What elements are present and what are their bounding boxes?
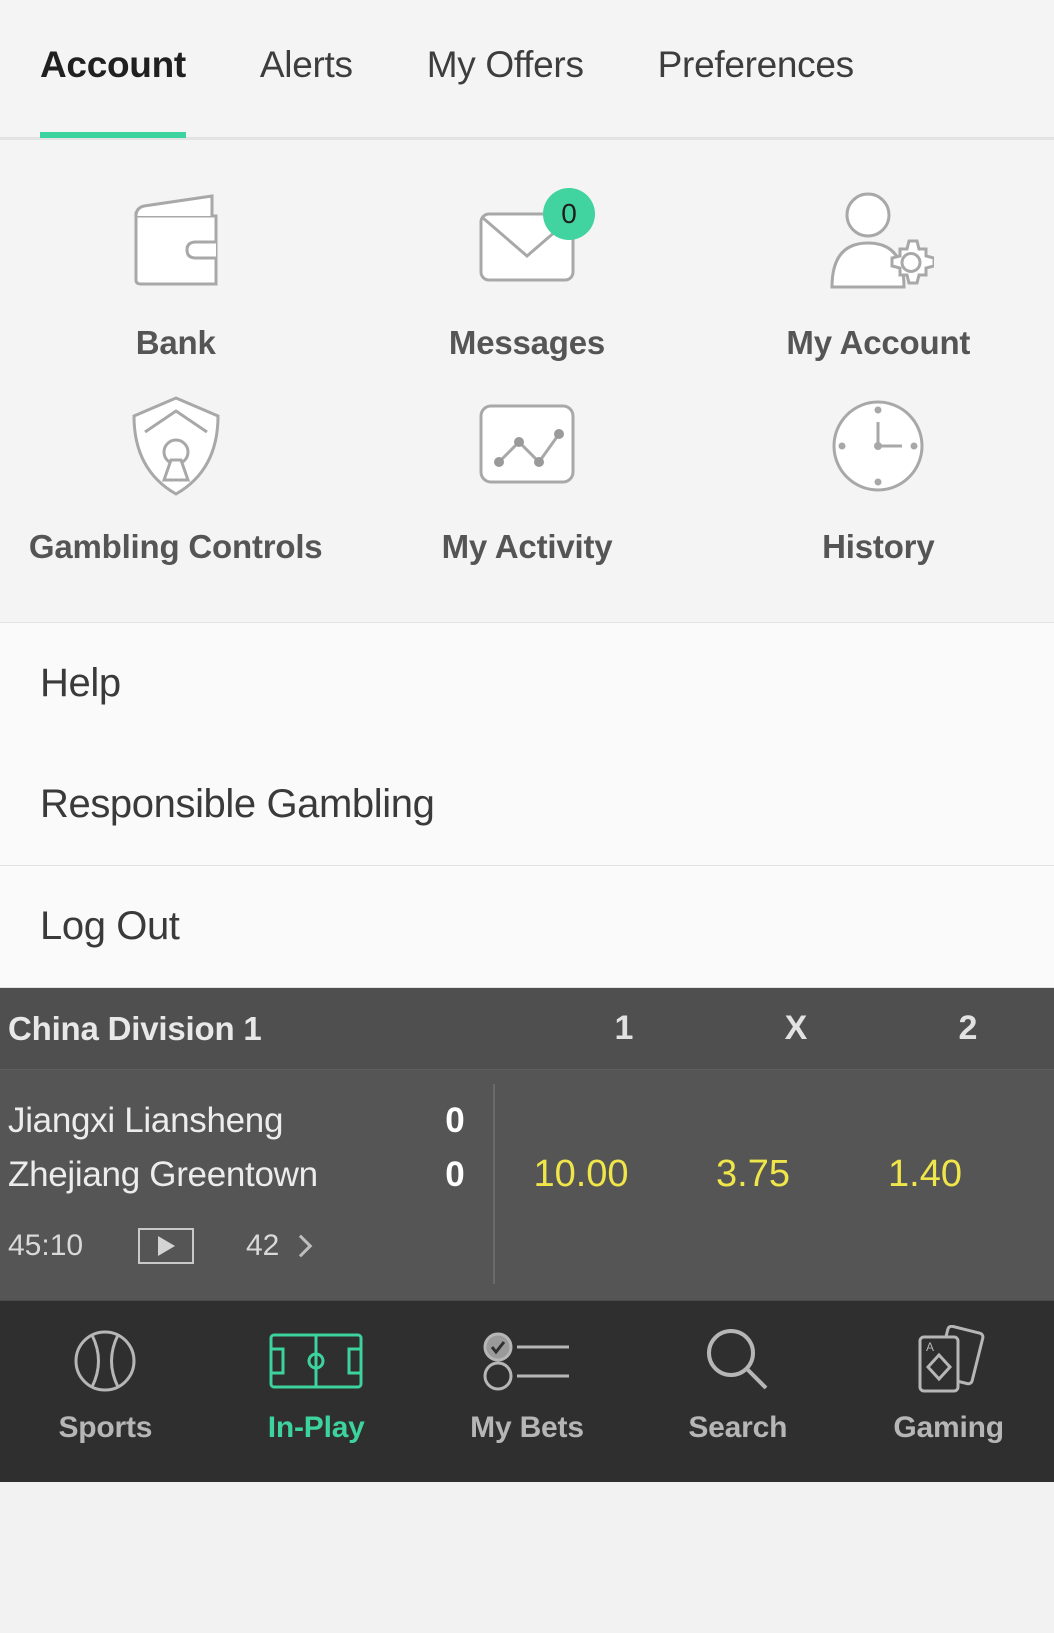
team-score-away: 0 [445, 1155, 465, 1194]
bet-list-icon [481, 1325, 573, 1397]
account-links: Help Responsible Gambling Log Out [0, 623, 1054, 988]
account-icon-grid: Bank 0 Messages My Account Gambling Cont… [0, 140, 1054, 623]
nav-label-in-play: In-Play [267, 1411, 365, 1444]
tab-alerts[interactable]: Alerts [260, 44, 353, 86]
match-meta: 45:10 42 [8, 1228, 495, 1264]
nav-item-sports[interactable]: Sports [0, 1325, 211, 1445]
nav-item-my-bets[interactable]: My Bets [422, 1325, 633, 1445]
wallet-icon [124, 186, 228, 298]
grid-label-gambling-controls: Gambling Controls [28, 528, 323, 565]
odds-button-draw[interactable]: 3.75 [667, 1153, 839, 1196]
odds-column-header-2: 2 [958, 1009, 978, 1047]
svg-text:A: A [926, 1340, 934, 1354]
odds-column-header-1: 1 [614, 1009, 634, 1047]
link-group-support: Help Responsible Gambling [0, 623, 1054, 866]
team-score-home: 0 [445, 1101, 465, 1140]
match-clock: 45:10 [8, 1229, 84, 1262]
icon-grid-row-2: Gambling Controls My Activity History [0, 372, 1054, 576]
link-log-out[interactable]: Log Out [0, 866, 1054, 987]
odds-button-away[interactable]: 1.40 [839, 1153, 1011, 1196]
grid-item-my-activity[interactable]: My Activity [351, 372, 702, 576]
team-row-away: Zhejiang Greentown 0 [8, 1148, 495, 1202]
grid-label-my-account: My Account [786, 324, 971, 361]
grid-label-bank: Bank [135, 324, 216, 361]
account-tabbar: Account Alerts My Offers Preferences [0, 0, 1054, 140]
vertical-divider [493, 1084, 495, 1284]
grid-item-my-account[interactable]: My Account [703, 168, 1054, 372]
competition-name: China Division 1 [8, 1009, 262, 1047]
messages-badge: 0 [542, 188, 595, 240]
envelope-icon: 0 [475, 186, 595, 298]
grid-label-my-activity: My Activity [441, 528, 613, 565]
pitch-icon [268, 1325, 364, 1397]
link-help[interactable]: Help [0, 623, 1054, 744]
tab-my-offers[interactable]: My Offers [427, 44, 584, 86]
team-name-away: Zhejiang Greentown [8, 1155, 318, 1194]
user-gear-icon [822, 186, 935, 298]
team-name-home: Jiangxi Liansheng [8, 1101, 284, 1140]
search-icon [703, 1325, 773, 1397]
nav-label-search: Search [688, 1411, 788, 1444]
tab-preferences[interactable]: Preferences [658, 44, 855, 86]
team-row-home: Jiangxi Liansheng 0 [8, 1094, 495, 1148]
grid-label-history: History [822, 528, 935, 565]
play-icon[interactable] [138, 1228, 194, 1264]
grid-item-gambling-controls[interactable]: Gambling Controls [0, 372, 351, 576]
grid-item-messages[interactable]: 0 Messages [351, 168, 702, 372]
chevron-right-icon[interactable] [290, 1234, 313, 1258]
odds-group: 10.00 3.75 1.40 [495, 1070, 1054, 1300]
grid-item-bank[interactable]: Bank [0, 168, 351, 372]
markets-count: 42 [246, 1229, 280, 1262]
grid-label-messages: Messages [448, 324, 606, 361]
match-summary[interactable]: Jiangxi Liansheng 0 Zhejiang Greentown 0… [0, 1070, 495, 1300]
cards-icon: A [912, 1325, 986, 1397]
link-group-session: Log Out [0, 866, 1054, 988]
link-responsible-gambling[interactable]: Responsible Gambling [0, 744, 1054, 865]
nav-label-my-bets: My Bets [470, 1411, 584, 1444]
tab-account[interactable]: Account [40, 44, 186, 138]
odds-button-home[interactable]: 10.00 [495, 1153, 667, 1196]
nav-item-search[interactable]: Search [632, 1325, 843, 1445]
icon-grid-row-1: Bank 0 Messages My Account [0, 168, 1054, 372]
match-row[interactable]: Jiangxi Liansheng 0 Zhejiang Greentown 0… [0, 1070, 1054, 1300]
grid-item-history[interactable]: History [703, 372, 1054, 576]
bottom-nav: Sports In-Play My Bets Search A Gaming [0, 1300, 1054, 1482]
odds-column-header-x: X [784, 1009, 808, 1047]
competition-header[interactable]: China Division 1 1 X 2 [0, 988, 1054, 1070]
clock-icon [828, 390, 928, 502]
inplay-match-panel: China Division 1 1 X 2 Jiangxi Liansheng… [0, 988, 1054, 1300]
line-chart-icon [475, 390, 579, 502]
nav-item-gaming[interactable]: A Gaming [843, 1325, 1054, 1445]
ball-icon [72, 1325, 138, 1397]
nav-item-in-play[interactable]: In-Play [211, 1325, 422, 1445]
nav-label-sports: Sports [58, 1411, 153, 1444]
nav-label-gaming: Gaming [893, 1411, 1004, 1444]
shield-keyhole-icon [128, 390, 224, 502]
